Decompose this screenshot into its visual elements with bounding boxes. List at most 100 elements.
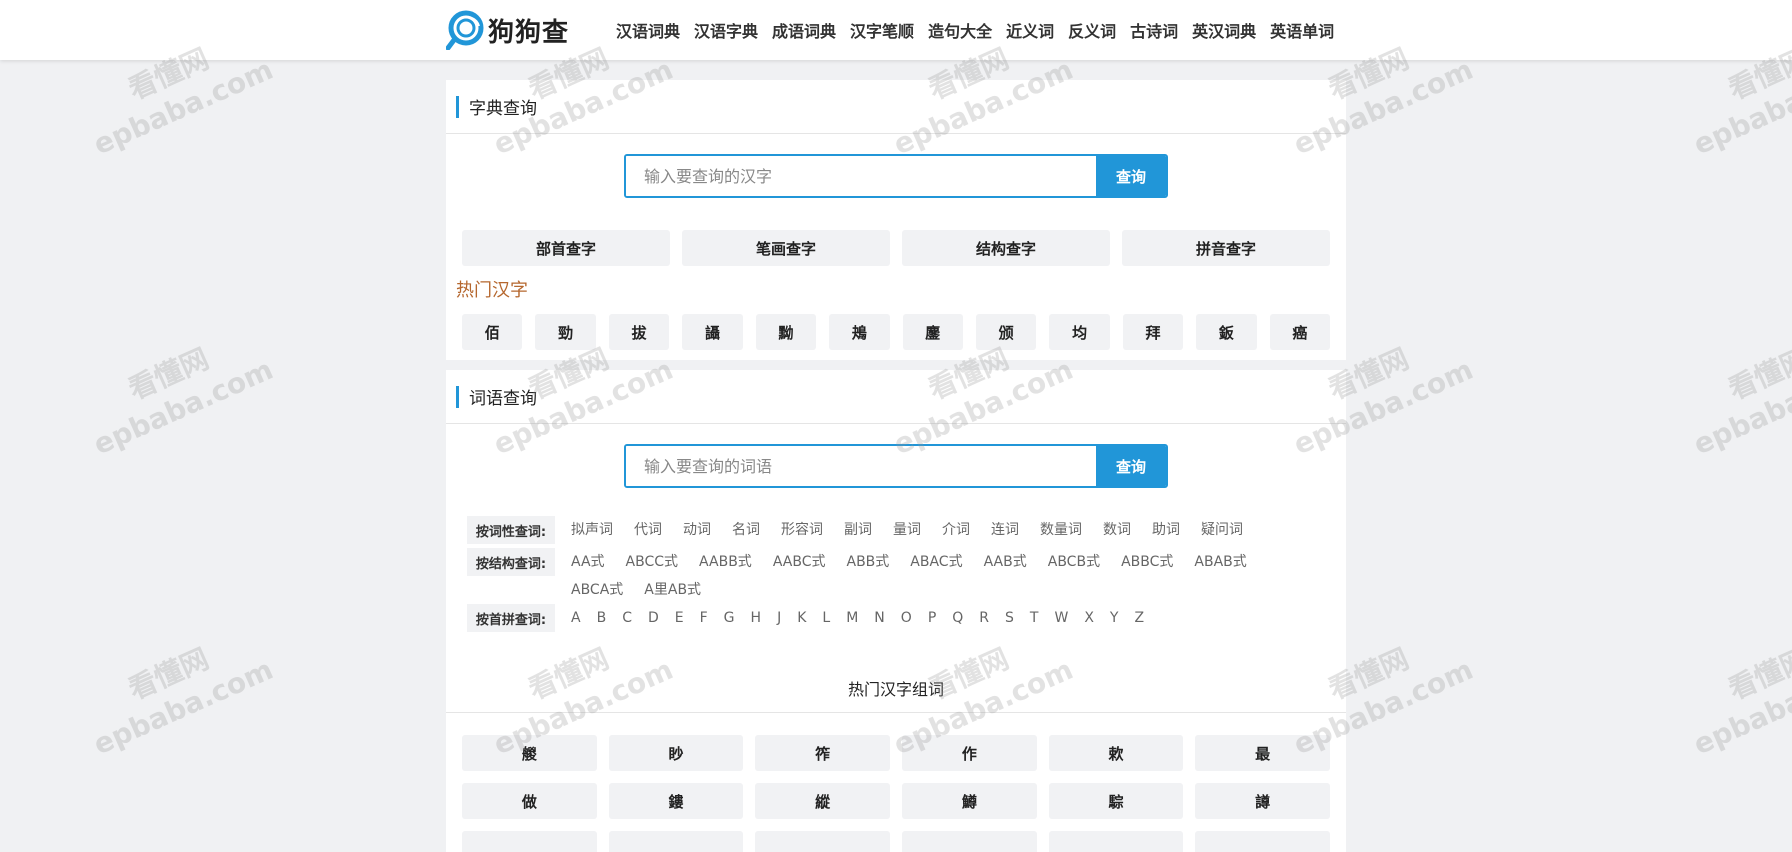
filter-option[interactable]: E (675, 604, 684, 632)
filter-option[interactable]: F (700, 604, 708, 632)
nav-item[interactable]: 古诗词 (1130, 18, 1178, 42)
radical-search-button[interactable]: 部首查字 (462, 230, 670, 266)
combo-char-item[interactable]: 最 (1195, 735, 1330, 771)
filter-option[interactable]: Z (1134, 604, 1144, 632)
filter-option[interactable]: 数量词 (1040, 516, 1082, 544)
structure-search-button[interactable]: 结构查字 (902, 230, 1110, 266)
filter-option[interactable]: AABB式 (699, 548, 752, 576)
filter-option[interactable]: A里AB式 (644, 576, 701, 604)
word-search-button[interactable]: 查询 (1096, 446, 1166, 486)
hot-char-item[interactable]: 勁 (535, 314, 596, 350)
word-filters: 按词性查词: 拟声词 代词 动词 名词 形容词 副词 量词 介词 连词 数量词 … (446, 488, 1346, 636)
filter-option[interactable]: P (928, 604, 936, 632)
nav-item[interactable]: 造句大全 (928, 18, 992, 42)
pinyin-search-button[interactable]: 拼音查字 (1122, 230, 1330, 266)
filter-option[interactable]: K (797, 604, 806, 632)
word-search-input[interactable] (626, 446, 1096, 486)
filter-option[interactable]: ABCB式 (1048, 548, 1100, 576)
combo-char-item[interactable]: 欶 (1048, 735, 1184, 771)
dict-search-panel: 字典查询 查询 部首查字 笔画查字 结构查字 拼音查字 热门汉字 佰 勁 拔 讘… (446, 80, 1346, 360)
filter-option[interactable]: ABCA式 (571, 576, 623, 604)
filter-option[interactable]: 数词 (1103, 516, 1131, 544)
filter-option[interactable]: T (1030, 604, 1039, 632)
filter-option[interactable]: 副词 (844, 516, 872, 544)
hot-char-item[interactable]: 拔 (608, 314, 670, 350)
hot-char-item[interactable]: 黝 (755, 314, 817, 350)
combo-char-item[interactable]: 鏤 (608, 783, 744, 819)
combo-char-item-partial[interactable] (1195, 831, 1330, 852)
filter-option[interactable]: N (874, 604, 884, 632)
filter-option[interactable]: Q (952, 604, 963, 632)
combo-char-item[interactable]: 做 (462, 783, 597, 819)
filter-option[interactable]: W (1054, 604, 1068, 632)
hot-char-item[interactable]: 颁 (975, 314, 1037, 350)
nav-item[interactable]: 英语单词 (1270, 18, 1334, 42)
filter-option[interactable]: 助词 (1152, 516, 1180, 544)
filter-option[interactable]: 疑问词 (1201, 516, 1243, 544)
combo-char-item-partial[interactable] (902, 831, 1037, 852)
filter-option[interactable]: O (901, 604, 912, 632)
combo-char-item-partial[interactable] (462, 831, 597, 852)
hot-char-item[interactable]: 均 (1049, 314, 1110, 350)
main-nav: 汉语词典 汉语字典 成语词典 汉字笔顺 造句大全 近义词 反义词 古诗词 英汉词… (616, 0, 1348, 60)
filter-option[interactable]: AABC式 (773, 548, 826, 576)
filter-option[interactable]: J (777, 604, 781, 632)
filter-option[interactable]: AAB式 (984, 548, 1027, 576)
combo-char-item[interactable]: 眇 (608, 735, 744, 771)
combo-char-item[interactable]: 縱 (755, 783, 890, 819)
filter-option[interactable]: 介词 (942, 516, 970, 544)
combo-char-item[interactable]: 譐 (1195, 783, 1330, 819)
site-logo[interactable]: 狗狗查 (445, 10, 569, 51)
nav-item[interactable]: 汉字笔顺 (850, 18, 914, 42)
char-search-button[interactable]: 查询 (1096, 156, 1166, 196)
combo-char-item[interactable]: 鱒 (902, 783, 1037, 819)
filter-option[interactable]: AA式 (571, 548, 605, 576)
filter-option[interactable]: D (648, 604, 659, 632)
nav-item[interactable]: 英汉词典 (1192, 18, 1256, 42)
nav-item[interactable]: 近义词 (1006, 18, 1054, 42)
nav-item[interactable]: 反义词 (1068, 18, 1116, 42)
combo-char-item[interactable]: 作 (902, 735, 1037, 771)
nav-item[interactable]: 汉语词典 (616, 18, 680, 42)
combo-char-item-partial[interactable] (608, 831, 744, 852)
filter-option[interactable]: 形容词 (781, 516, 823, 544)
filter-option[interactable]: ABAB式 (1194, 548, 1246, 576)
combo-char-item[interactable]: 艐 (462, 735, 597, 771)
filter-option[interactable]: ABCC式 (626, 548, 679, 576)
hot-char-item[interactable]: 佰 (462, 314, 523, 350)
nav-item[interactable]: 汉语字典 (694, 18, 758, 42)
filter-option[interactable]: ABBC式 (1121, 548, 1173, 576)
filter-option[interactable]: 名词 (732, 516, 760, 544)
hot-char-item[interactable]: 鈑 (1196, 314, 1257, 350)
filter-option[interactable]: X (1084, 604, 1094, 632)
combo-char-item[interactable]: 筰 (755, 735, 890, 771)
stroke-search-button[interactable]: 笔画查字 (682, 230, 890, 266)
filter-option[interactable]: L (822, 604, 830, 632)
hot-char-item[interactable]: 癌 (1269, 314, 1331, 350)
filter-option[interactable]: 代词 (634, 516, 662, 544)
filter-option[interactable]: ABB式 (847, 548, 890, 576)
char-search-input[interactable] (626, 156, 1096, 196)
filter-option[interactable]: 连词 (991, 516, 1019, 544)
filter-option[interactable]: R (979, 604, 989, 632)
filter-option[interactable]: Y (1110, 604, 1119, 632)
hot-char-item[interactable]: 拜 (1122, 314, 1184, 350)
filter-option[interactable]: ABAC式 (910, 548, 962, 576)
filter-option[interactable]: A (571, 604, 581, 632)
nav-item[interactable]: 成语词典 (772, 18, 836, 42)
combo-char-item-partial[interactable] (1048, 831, 1184, 852)
hot-char-item[interactable]: 鴂 (829, 314, 890, 350)
combo-char-item[interactable]: 騌 (1048, 783, 1184, 819)
hot-char-item[interactable]: 鏖 (902, 314, 963, 350)
filter-option[interactable]: B (597, 604, 607, 632)
filter-option[interactable]: M (846, 604, 858, 632)
filter-option[interactable]: H (751, 604, 762, 632)
hot-char-item[interactable]: 讘 (682, 314, 743, 350)
filter-option[interactable]: 量词 (893, 516, 921, 544)
filter-option[interactable]: 拟声词 (571, 516, 613, 544)
filter-option[interactable]: 动词 (683, 516, 711, 544)
filter-option[interactable]: C (622, 604, 632, 632)
combo-char-item-partial[interactable] (755, 831, 890, 852)
filter-option[interactable]: G (724, 604, 735, 632)
filter-option[interactable]: S (1005, 604, 1014, 632)
